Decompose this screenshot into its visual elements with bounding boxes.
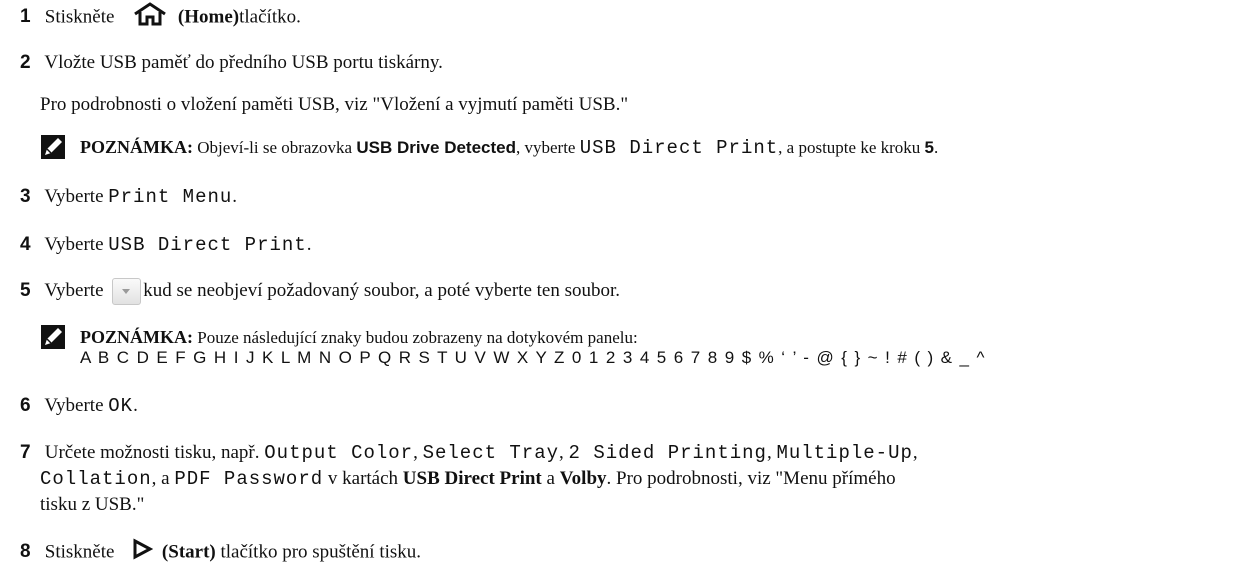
note-text: . <box>934 138 939 157</box>
menu-option: USB Direct Print <box>579 137 779 159</box>
start-triangle-icon <box>131 538 154 568</box>
step-text: , <box>912 442 918 463</box>
step-text: , <box>766 442 772 463</box>
step-number: 4 <box>20 234 31 255</box>
step-7-line-3: tisku z USB." <box>40 494 145 515</box>
scroll-down-button[interactable] <box>112 278 142 306</box>
step-text: Stiskněte <box>44 541 115 563</box>
pencil-note-icon <box>40 324 66 350</box>
step-text: . <box>232 186 238 207</box>
step-number: 2 <box>20 52 31 73</box>
step-text: . <box>133 395 138 416</box>
menu-option: 2 Sided Printing <box>568 442 767 464</box>
step-number: 3 <box>20 186 31 207</box>
note-text: , vyberte <box>516 138 576 157</box>
step-7-line-2: Collation, a PDF Password v kartách USB … <box>40 466 896 492</box>
step-text: v kartách <box>327 468 399 489</box>
step-8: 8 Stiskněte (Start) tlačítko pro spuštěn… <box>20 538 421 568</box>
step-text: Vyberte <box>44 395 104 416</box>
note-1: POZNÁMKA: Objeví-li se obrazovka USB Dri… <box>40 134 1240 162</box>
menu-option: OK <box>108 395 134 417</box>
step-text: a <box>546 468 555 489</box>
step-7: 7 Určete možnosti tisku, např. Output Co… <box>20 440 918 466</box>
step-5: 5 Vyberte kud se neobjeví požadovaný sou… <box>20 278 621 306</box>
allowed-characters: A B C D E F G H I J K L M N O P Q R S T … <box>80 348 986 367</box>
tab-name: Volby <box>559 468 607 489</box>
step-text: . Pro podrobnosti, viz "Menu přímého <box>606 468 896 489</box>
step-2-info: Pro podrobnosti o vložení paměti USB, vi… <box>40 94 629 115</box>
start-button-label: (Start) <box>161 541 216 563</box>
screen-name: USB Drive Detected <box>356 138 516 157</box>
step-text: , <box>559 442 564 463</box>
note-text: Pouze následující znaky budou zobrazeny … <box>197 328 638 347</box>
step-text: Vyberte <box>44 186 104 207</box>
step-text: , a <box>151 468 170 489</box>
step-3: 3 Vyberte Print Menu. <box>20 184 237 210</box>
menu-option: Select Tray <box>422 442 560 464</box>
step-1: 1 Stiskněte (Home)tlačítko. <box>20 2 301 34</box>
step-number: 1 <box>20 6 31 28</box>
home-icon <box>133 2 167 34</box>
menu-option: USB Direct Print <box>108 234 307 256</box>
step-text: . <box>306 234 312 255</box>
menu-option: Output Color <box>264 442 414 464</box>
home-button-label: (Home) <box>177 6 240 28</box>
chevron-down-icon <box>122 289 131 295</box>
step-text: , <box>413 442 418 463</box>
step-text: Vyberte <box>44 280 104 301</box>
step-text: Vložte USB paměť do předního USB portu t… <box>44 52 443 73</box>
note-text: Objeví-li se obrazovka <box>197 138 353 157</box>
note-label: POZNÁMKA: <box>80 137 193 157</box>
step-number: 5 <box>20 280 31 301</box>
note-label: POZNÁMKA: <box>80 327 193 347</box>
note-text: , a postupte ke kroku <box>778 138 921 157</box>
step-number: 8 <box>20 541 31 563</box>
pencil-note-icon <box>40 134 66 160</box>
step-text: tlačítko. <box>239 6 301 28</box>
step-number: 7 <box>20 442 31 463</box>
tab-name: USB Direct Print <box>402 468 542 489</box>
step-4: 4 Vyberte USB Direct Print. <box>20 232 311 258</box>
step-reference: 5 <box>924 138 934 157</box>
step-2: 2 Vložte USB paměť do předního USB portu… <box>20 50 443 76</box>
menu-option: PDF Password <box>174 468 324 490</box>
menu-option: Collation <box>40 468 152 490</box>
step-text: kud se neobjeví požadovaný soubor, a pot… <box>143 280 621 301</box>
step-text: Stiskněte <box>44 6 115 28</box>
step-text: Určete možnosti tisku, např. <box>44 442 260 463</box>
step-text: tlačítko pro spuštění tisku. <box>220 541 422 563</box>
step-text: Vyberte <box>44 234 104 255</box>
menu-option: Print Menu <box>108 186 233 208</box>
menu-option: Multiple-Up <box>776 442 913 464</box>
step-6: 6 Vyberte OK. <box>20 393 138 419</box>
step-number: 6 <box>20 395 31 416</box>
